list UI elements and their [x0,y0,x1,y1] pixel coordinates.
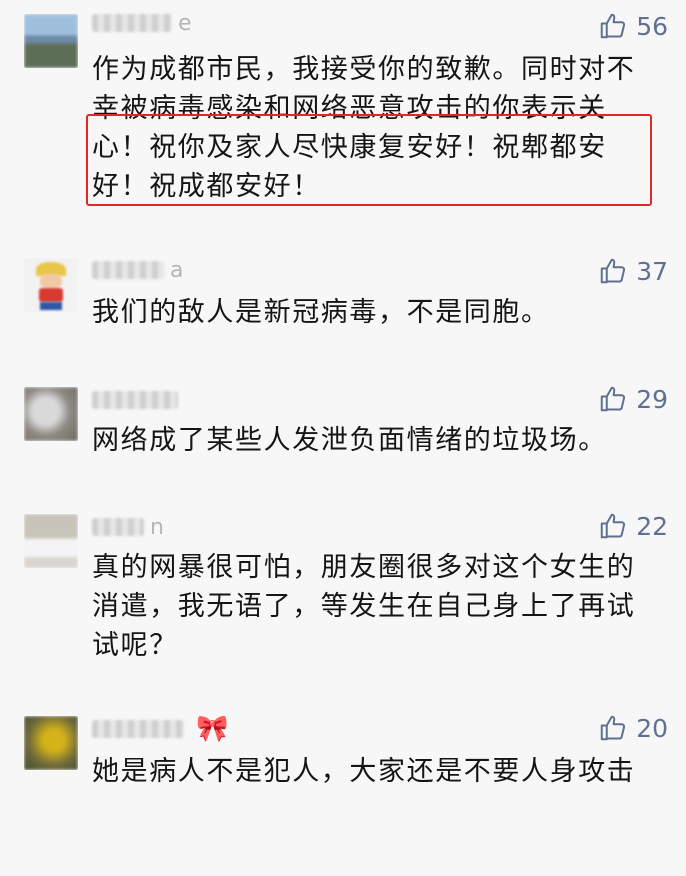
like-count: 56 [636,11,668,41]
comment-text: 她是病人不是犯人，大家还是不要人身攻击 [92,756,636,787]
bow-emoji: 🎀 [196,714,230,744]
like-button[interactable]: 56 [598,10,668,42]
name-mask [92,391,178,409]
like-count: 29 [636,384,668,414]
username-text: e [178,10,193,36]
thumbs-up-icon [600,258,626,284]
comment-text: 真的网暴很可怕，朋友圈很多对这个女生的消遣，我无语了，等发生在自己身上了再试试呢… [92,552,636,661]
username[interactable]: n [92,514,165,540]
thumbs-up-icon [600,13,626,39]
highlight-box [86,114,652,206]
avatar[interactable] [24,514,78,568]
comment-text: 我们的敌人是新冠病毒，不是同胞。 [92,297,550,328]
name-mask [92,261,164,279]
avatar[interactable] [24,14,78,68]
comment-item: 🎀 20 她是病人不是犯人，大家还是不要人身攻击 [0,700,686,876]
like-count: 22 [636,511,668,541]
comment-text: 网络成了某些人发泄负面情绪的垃圾场。 [92,425,607,456]
avatar[interactable] [24,258,78,312]
username-text: a [170,257,185,283]
like-count: 37 [636,256,668,286]
name-mask [92,14,172,32]
avatar[interactable] [24,387,78,441]
username[interactable]: a [92,257,184,283]
comment-item: n 22 真的网暴很可怕，朋友圈很多对这个女生的消遣，我无语了，等发生在自己身上… [0,500,686,670]
avatar-figure [39,288,63,302]
comment-item: a 37 我们的敌人是新冠病毒，不是同胞。 [0,245,686,365]
thumbs-up-icon [600,715,626,741]
avatar-figure [40,274,62,288]
thumbs-up-icon [600,386,626,412]
username[interactable]: 🎀 [92,714,230,744]
like-button[interactable]: 37 [598,255,668,287]
like-count: 20 [636,713,668,743]
username[interactable] [92,387,184,413]
name-mask [92,518,144,536]
avatar-figure [40,302,62,310]
name-mask [92,720,184,738]
username[interactable]: e [92,10,193,36]
like-button[interactable]: 20 [598,712,668,744]
avatar[interactable] [24,716,78,770]
thumbs-up-icon [600,513,626,539]
like-button[interactable]: 29 [598,383,668,415]
username-text: n [150,514,165,540]
comment-item: 29 网络成了某些人发泄负面情绪的垃圾场。 [0,373,686,493]
like-button[interactable]: 22 [598,510,668,542]
